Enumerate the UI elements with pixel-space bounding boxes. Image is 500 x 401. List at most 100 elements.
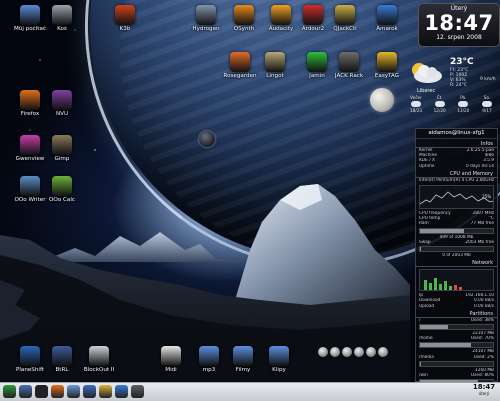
desktop-icon-label: Koš <box>57 26 67 32</box>
desktop-icon-label: K3b <box>119 26 131 32</box>
jack-rack-icon <box>339 52 359 72</box>
forecast-temp: 9/17 <box>482 108 492 113</box>
rosegarden-icon <box>230 52 250 72</box>
mail-icon[interactable] <box>99 385 112 398</box>
cpu-name-text: Intel(R) Pentium(R) 4 CPU 2.80GHz <box>419 177 495 183</box>
infos-header: Infos <box>416 141 497 148</box>
lingot-icon <box>265 52 285 72</box>
btrl-icon <box>52 346 72 366</box>
pager-desktop-6[interactable] <box>378 347 388 357</box>
konsole-icon[interactable] <box>35 385 48 398</box>
forecast-day: So. 9/17 <box>476 95 498 113</box>
pager-desktop-3[interactable] <box>342 347 352 357</box>
swap-caption: 0 of 2003 Mb <box>442 253 471 259</box>
firefox-icon[interactable] <box>51 385 64 398</box>
partitions-header: Partitions <box>416 311 497 318</box>
weather-widget[interactable]: 23°C Ft: 23°C P: 1002 V: 63% R: 24°C 9 k… <box>405 55 498 117</box>
desktop-icon-calc[interactable]: OOo Calc <box>35 176 89 204</box>
k3b-icon <box>115 5 135 25</box>
desktop-icon-k3b[interactable]: K3b <box>98 5 152 33</box>
forecast-day: Večer 18/23 <box>405 95 427 113</box>
swap-row: Swap 2003 Mb free <box>416 240 497 245</box>
desktop-icon-nvu[interactable]: NVU <box>35 90 89 118</box>
taskbar-clock-day: úterý <box>478 391 490 396</box>
swap-text: 2003 Mb free <box>465 239 494 245</box>
network-graph <box>419 269 494 292</box>
partition-bar-fill <box>420 325 448 330</box>
desktop-icon-label: Amarok <box>376 26 398 32</box>
films-folder-icon <box>233 346 253 366</box>
pager-desktop-2[interactable] <box>330 347 340 357</box>
cpu-memory-header: CPU and Memory <box>416 171 497 178</box>
partition-name: / <box>419 317 421 323</box>
easytag-icon <box>377 52 397 72</box>
network-key: Upload <box>419 303 435 309</box>
desktop-icon-trash[interactable]: Koš <box>35 5 89 33</box>
partitions-list: / Used: 38% 22107 MB/home Used: 70% 24107 MB… <box>416 318 497 392</box>
weather-city: Liberec <box>417 88 436 94</box>
swap-bar-fill <box>420 247 422 252</box>
desktop-icon-blockout[interactable]: BlockOut II <box>72 346 126 374</box>
cpu-percent: 25% <box>482 194 491 200</box>
desktop-icon-gimp[interactable]: Gimp <box>35 135 89 163</box>
partition-row: / Used: 38% <box>416 318 497 323</box>
taskbar-clock-time: 18:47 <box>472 383 496 391</box>
info-value: 0 days 00:14 <box>466 163 494 169</box>
gimp-icon <box>52 135 72 155</box>
taskbar-clock[interactable]: 18:47 úterý <box>471 383 497 396</box>
cloud-icon <box>458 101 469 107</box>
cloud-icon <box>411 101 421 107</box>
network-graph-bars <box>424 278 462 291</box>
desktop-icon-label: BlockOut II <box>83 367 115 373</box>
amarok-icon[interactable] <box>115 385 128 398</box>
taskbar: 18:47 úterý <box>0 382 500 401</box>
desktop-icon-label: NVU <box>55 111 69 117</box>
forecast-day-label: So. <box>483 95 491 100</box>
weather-temperature: 23°C <box>450 57 474 67</box>
pager-desktop-4[interactable] <box>354 347 364 357</box>
cloudy-weather-icon <box>412 63 442 83</box>
partition-row: /win Used: 80% <box>416 373 497 378</box>
ram-bar <box>419 227 494 234</box>
network-header: Network <box>416 260 497 268</box>
desktop-icon-clips-folder[interactable]: Klipy <box>252 346 306 374</box>
desktop-icon-label: Gimp <box>54 156 70 162</box>
partition-row: /home Used: 70% <box>416 336 497 341</box>
kwrite-icon[interactable] <box>67 385 80 398</box>
pager-desktop-5[interactable] <box>366 347 376 357</box>
calc-icon <box>52 176 72 196</box>
amarok-icon <box>377 5 397 25</box>
desktop-icon-label: Klipy <box>272 367 286 373</box>
desktop-icon-label: OOo Calc <box>49 197 75 203</box>
qjackctl-icon <box>335 5 355 25</box>
system-monitor-panel[interactable]: aidamos@linux-xfg1 Infos Kernel 2.6.25.5-… <box>415 128 498 391</box>
weather-forecast: Večer 18/23 Čt. 12/20 Pá. 13/20 So. 9/17 <box>405 95 498 113</box>
partition-bar-fill <box>420 343 472 348</box>
cloud-icon <box>434 101 445 107</box>
browser-icon[interactable] <box>131 385 144 398</box>
weather-detail: R: 24°C <box>450 83 468 88</box>
nvu-icon <box>52 90 72 110</box>
forecast-day: Pá. 13/20 <box>452 95 474 113</box>
partition-used: Used: 70% <box>470 336 494 342</box>
show-desktop-icon[interactable] <box>19 385 32 398</box>
forecast-temp: 13/20 <box>457 108 470 113</box>
network-value: 0.00 kB/s <box>473 303 494 309</box>
konqueror-icon[interactable] <box>83 385 96 398</box>
partition-bar-fill <box>420 361 422 366</box>
kmenu-icon[interactable] <box>3 385 16 398</box>
cpu-graph: 25% <box>419 185 494 210</box>
partition-used: Used: 2% <box>473 354 494 360</box>
info-key: Uptime <box>419 163 435 169</box>
midi-folder-icon <box>161 346 181 366</box>
desktop-icon-amarok[interactable]: Amarok <box>360 5 414 33</box>
swap-bar <box>419 246 494 253</box>
pager-desktop-1[interactable] <box>318 347 328 357</box>
ram-bar-fill <box>420 228 464 233</box>
forecast-day-label: Večer <box>410 95 422 100</box>
desktop-pager[interactable] <box>318 347 388 357</box>
clock-widget[interactable]: Úterý 18:47 12. srpen 2008 <box>418 3 500 47</box>
qsynth-icon <box>234 5 254 25</box>
ram-row: Ram 77 MB free <box>416 221 497 226</box>
info-row: Uptime 0 days 00:14 <box>416 164 497 169</box>
